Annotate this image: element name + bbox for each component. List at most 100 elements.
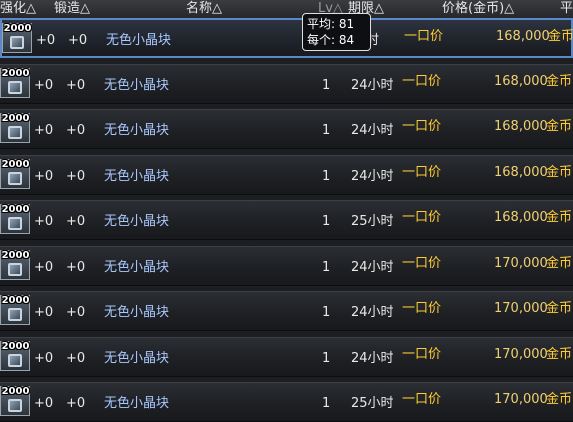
enhance-value: +0 <box>36 33 56 48</box>
item-price: 168,000 <box>494 73 548 89</box>
enhance-value: +0 <box>34 350 54 366</box>
item-name[interactable]: 无色小晶块 <box>104 78 169 94</box>
extra-column-header[interactable]: 平 <box>560 0 573 18</box>
level-value: 1 <box>322 77 331 93</box>
duration-value: 24小时 <box>351 305 394 320</box>
item-quantity: 2000 <box>1 340 30 352</box>
crystal-icon <box>8 126 22 139</box>
crystal-icon <box>8 171 22 185</box>
crystal-item-icon[interactable]: 2000 <box>0 249 30 280</box>
forge-value: +0 <box>66 350 86 366</box>
name-column-header[interactable]: 名称△ <box>186 0 222 18</box>
item-name[interactable]: 无色小晶块 <box>104 305 169 321</box>
sale-type: 一口价 <box>402 346 442 362</box>
crystal-item-icon[interactable]: 2000 <box>2 23 32 53</box>
forge-value: +0 <box>66 77 86 93</box>
forge-value: +0 <box>66 168 86 184</box>
level-value: 1 <box>322 396 331 411</box>
enhance-value: +0 <box>34 396 54 411</box>
price-tooltip: 平均: 81 每个: 84 <box>302 13 371 51</box>
sale-type: 一口价 <box>404 29 444 44</box>
price-currency: 金币 <box>546 255 573 271</box>
crystal-item-icon[interactable]: 2000 <box>0 113 30 143</box>
table-row[interactable]: 2000 +0 +0 无色小晶块 1 24小时 一口价 168,000 金币 <box>0 154 573 195</box>
level-value: 1 <box>322 259 331 275</box>
crystal-item-icon[interactable]: 2000 <box>0 204 30 234</box>
enhance-column-header[interactable]: 强化△ <box>0 0 36 18</box>
price-currency: 金币 <box>548 29 573 44</box>
forge-column-header[interactable]: 锻造△ <box>54 0 90 18</box>
item-name[interactable]: 无色小晶块 <box>106 33 171 49</box>
table-row[interactable]: 2000 +0 +0 无色小晶块 1 25小时 一口价 168,000 金币 <box>0 200 573 240</box>
table-row[interactable]: 2000 +0 +0 无色小晶块 1 24小时 一口价 170,000 金币 <box>0 245 573 286</box>
crystal-icon <box>8 353 22 367</box>
price-column-header[interactable]: 价格(金币)△ <box>442 0 514 18</box>
table-row[interactable]: 2000+0+0无色小晶块小时一口价168,000金币 <box>0 18 573 58</box>
item-quantity: 2000 <box>1 113 30 124</box>
crystal-item-icon[interactable]: 2000 <box>0 158 30 189</box>
item-quantity: 2000 <box>1 295 30 306</box>
crystal-item-icon[interactable]: 2000 <box>0 67 30 98</box>
tooltip-each-line: 每个: 84 <box>307 33 354 48</box>
table-row[interactable]: 2000 +0 +0 无色小晶块 1 24小时 一口价 170,000 金币 <box>0 336 573 377</box>
level-value: 1 <box>322 168 331 184</box>
item-quantity: 2000 <box>1 67 30 79</box>
item-quantity: 2000 <box>1 386 30 397</box>
item-name[interactable]: 无色小晶块 <box>104 260 169 276</box>
item-price: 168,000 <box>494 210 548 225</box>
tooltip-each-value: : 84 <box>331 33 355 47</box>
item-price: 168,000 <box>496 29 550 44</box>
duration-value: 24小时 <box>351 77 394 93</box>
crystal-icon <box>8 262 22 276</box>
table-row[interactable]: 2000 +0 +0 无色小晶块 1 24小时 一口价 168,000 金币 <box>0 109 573 149</box>
item-price: 170,000 <box>494 346 548 362</box>
item-price: 168,000 <box>494 164 548 180</box>
price-currency: 金币 <box>546 119 573 134</box>
tooltip-average-label: 平均 <box>307 17 332 31</box>
duration-value: 24小时 <box>351 123 394 138</box>
enhance-value: +0 <box>34 305 54 320</box>
item-name[interactable]: 无色小晶块 <box>104 396 169 412</box>
item-quantity: 2000 <box>1 249 30 261</box>
tooltip-average-value: : 81 <box>331 17 355 31</box>
tooltip-average-line: 平均: 81 <box>307 17 354 32</box>
sale-type: 一口价 <box>402 164 442 180</box>
duration-value: 24小时 <box>351 259 394 275</box>
forge-value: +0 <box>66 305 86 320</box>
item-quantity: 2000 <box>3 23 32 34</box>
enhance-value: +0 <box>34 77 54 93</box>
item-name[interactable]: 无色小晶块 <box>104 123 169 139</box>
table-header: 强化△ 锻造△ 名称△ Lv△ 期限△ 价格(金币)△ 平 <box>0 0 573 19</box>
item-name[interactable]: 无色小晶块 <box>104 351 169 367</box>
crystal-icon <box>8 308 22 321</box>
forge-value: +0 <box>66 396 86 411</box>
item-quantity: 2000 <box>1 158 30 170</box>
price-currency: 金币 <box>546 210 573 225</box>
sale-type: 一口价 <box>402 119 442 134</box>
crystal-icon <box>8 399 22 412</box>
item-name[interactable]: 无色小晶块 <box>104 169 169 185</box>
item-price: 170,000 <box>494 255 548 271</box>
enhance-value: +0 <box>34 259 54 275</box>
crystal-icon <box>8 80 22 94</box>
forge-value: +0 <box>68 33 88 48</box>
item-price: 168,000 <box>494 119 548 134</box>
price-currency: 金币 <box>546 301 573 316</box>
forge-value: +0 <box>66 123 86 138</box>
tooltip-each-label: 每个 <box>307 33 332 47</box>
crystal-icon <box>8 217 22 230</box>
crystal-item-icon[interactable]: 2000 <box>0 295 30 325</box>
price-currency: 金币 <box>546 346 573 362</box>
price-currency: 金币 <box>546 392 573 407</box>
sale-type: 一口价 <box>402 301 442 316</box>
item-name[interactable]: 无色小晶块 <box>104 214 169 230</box>
table-row[interactable]: 2000 +0 +0 无色小晶块 1 24小时 一口价 168,000 金币 <box>0 63 573 104</box>
duration-value: 24小时 <box>351 168 394 184</box>
crystal-item-icon[interactable]: 2000 <box>0 386 30 416</box>
table-row[interactable]: 2000 +0 +0 无色小晶块 1 25小时 一口价 170,000 金币 <box>0 382 573 422</box>
table-row[interactable]: 2000 +0 +0 无色小晶块 1 24小时 一口价 170,000 金币 <box>0 291 573 331</box>
forge-value: +0 <box>66 259 86 275</box>
sale-type: 一口价 <box>402 73 442 89</box>
crystal-item-icon[interactable]: 2000 <box>0 340 30 371</box>
level-value: 1 <box>322 214 331 229</box>
